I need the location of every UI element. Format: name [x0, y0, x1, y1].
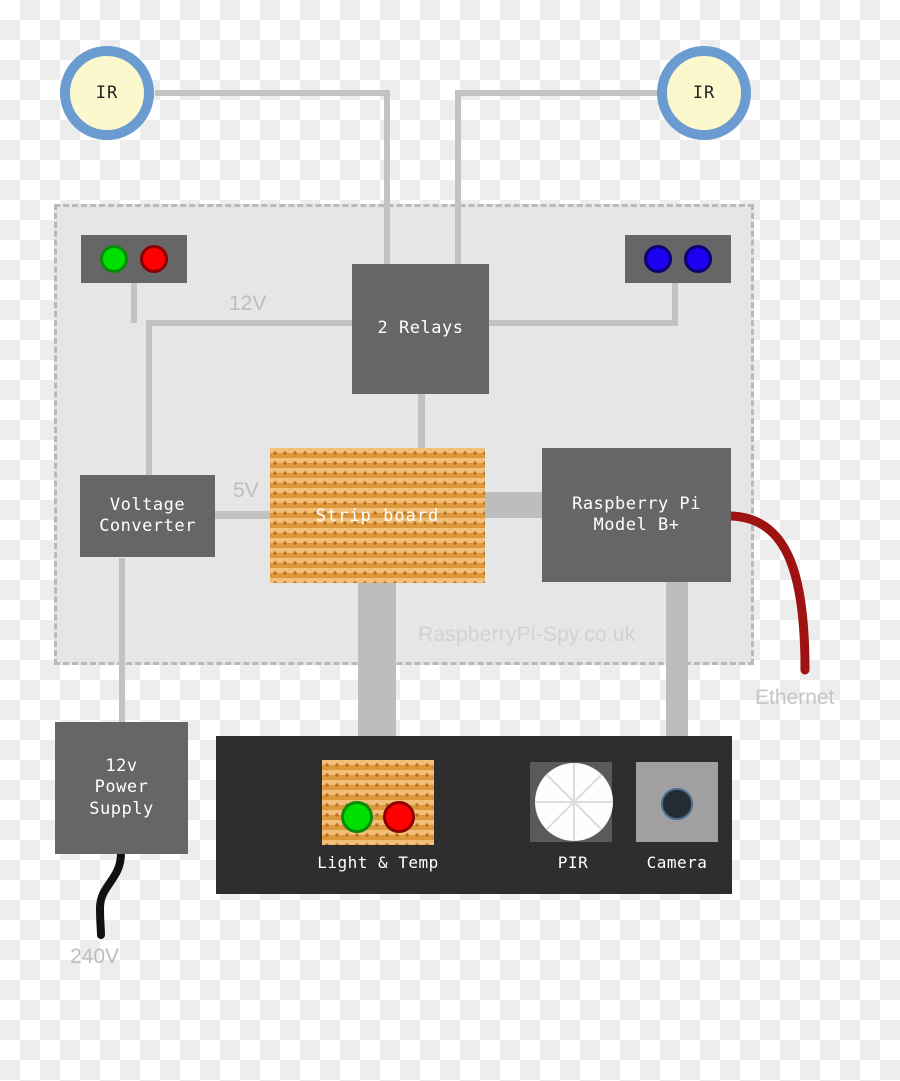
- module-power-supply-label-3: Supply: [89, 798, 154, 819]
- module-strip-board[interactable]: Strip board: [270, 448, 485, 583]
- led-red-icon: [140, 245, 168, 273]
- diagram-canvas: RaspberryPi-Spy.co.uk IR IR 2 Relays Vol…: [0, 0, 900, 1081]
- ir-sensor-right[interactable]: IR: [657, 46, 751, 140]
- pir-label: PIR: [557, 853, 589, 872]
- light-temp-label: Light & Temp: [317, 853, 439, 872]
- wire-12v-right-horizontal: [486, 320, 678, 326]
- ir-sensor-left[interactable]: IR: [60, 46, 154, 140]
- wire-5v-converter-to-stripboard: [214, 511, 274, 519]
- module-raspberry-pi-label-2: Model B+: [593, 515, 680, 535]
- camera-lens-icon: [661, 788, 693, 820]
- watermark: RaspberryPi-Spy.co.uk: [418, 623, 636, 646]
- led-blue-1-icon: [644, 245, 672, 273]
- module-strip-board-label: Strip board: [315, 505, 440, 526]
- led-plate-blue[interactable]: [625, 235, 731, 283]
- module-voltage-converter-label-2: Converter: [99, 516, 196, 536]
- wire-converter-to-power-supply: [119, 558, 125, 723]
- label-5v: 5V: [233, 479, 259, 502]
- ir-sensor-left-label: IR: [95, 83, 119, 103]
- wire-12v-left-vertical: [146, 320, 152, 485]
- wire-ir-left-horizontal: [155, 90, 390, 96]
- wire-ir-right-vertical: [455, 90, 461, 266]
- label-ethernet: Ethernet: [755, 686, 835, 709]
- module-relays-label: 2 Relays: [377, 318, 464, 339]
- module-raspberry-pi-label-1: Raspberry Pi: [572, 493, 701, 514]
- wire-relays-to-blue-leds: [672, 283, 678, 326]
- wire-ir-left-vertical: [384, 90, 390, 266]
- led-plate-green-red[interactable]: [81, 235, 187, 283]
- label-240v: 240V: [70, 945, 120, 968]
- light-temp-led-red-icon: [383, 801, 415, 833]
- wire-ir-right-horizontal: [455, 90, 660, 96]
- mains-cable: [95, 849, 125, 939]
- module-relays[interactable]: 2 Relays: [352, 264, 489, 394]
- wire-green-red-leds-stem: [131, 283, 137, 323]
- led-green-icon: [100, 245, 128, 273]
- module-voltage-converter[interactable]: Voltage Converter: [80, 475, 215, 557]
- module-power-supply-label-1: 12v: [105, 756, 138, 777]
- camera-label: Camera: [646, 853, 708, 872]
- pir-dome-icon[interactable]: [535, 763, 613, 841]
- ir-sensor-right-label: IR: [692, 83, 716, 103]
- module-power-supply-label-2: Power: [94, 777, 149, 798]
- module-raspberry-pi[interactable]: Raspberry Pi Model B+: [542, 448, 731, 582]
- connector-stripboard-to-pi: [483, 492, 545, 518]
- wire-relays-to-stripboard: [418, 393, 425, 449]
- light-temp-leds: [336, 797, 420, 837]
- label-12v: 12V: [229, 292, 267, 315]
- wire-12v-left-horizontal: [146, 320, 358, 326]
- light-temp-led-green-icon: [341, 801, 373, 833]
- module-voltage-converter-label-1: Voltage: [109, 494, 186, 515]
- module-power-supply[interactable]: 12v Power Supply: [55, 722, 188, 854]
- led-blue-2-icon: [684, 245, 712, 273]
